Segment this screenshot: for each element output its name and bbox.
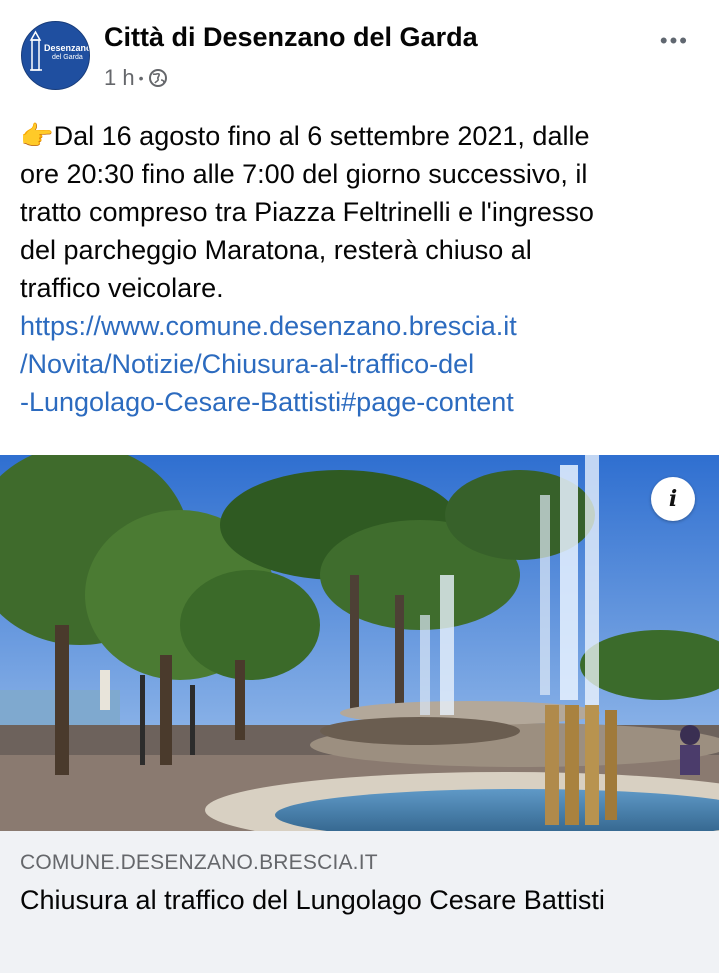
meta-separator: • — [138, 70, 144, 86]
pointing-hand-emoji-icon: 👉 — [20, 121, 54, 151]
post-text-line-4: del parcheggio Maratona, resterà chiuso … — [20, 235, 532, 265]
post-text-line-5: traffico veicolare. — [20, 273, 224, 303]
avatar-logo-text: Desenzano — [44, 43, 90, 53]
post-link-line-2[interactable]: /Novita/Notizie/Chiusura-al-traffico-del — [20, 345, 700, 383]
ellipsis-icon[interactable]: ••• — [660, 28, 689, 54]
post-text-line-2: ore 20:30 fino alle 7:00 del giorno succ… — [20, 159, 588, 189]
preview-domain: COMUNE.DESENZANO.BRESCIA.IT — [20, 851, 378, 874]
link-preview-card[interactable]: COMUNE.DESENZANO.BRESCIA.IT Chiusura al … — [0, 831, 719, 973]
post-link-line-1[interactable]: https://www.comune.desenzano.brescia.it — [20, 307, 700, 345]
link-preview-image[interactable] — [0, 455, 719, 831]
post-meta: 1 h • — [104, 65, 168, 91]
avatar-logo-subtext: del Garda — [52, 54, 83, 61]
post-text-line-3: tratto compreso tra Piazza Feltrinelli e… — [20, 197, 594, 227]
page-name-link[interactable]: Città di Desenzano del Garda — [104, 22, 478, 53]
post-body: 👉Dal 16 agosto fino al 6 settembre 2021,… — [20, 117, 700, 421]
post-text-line-1: 👉Dal 16 agosto fino al 6 settembre 2021,… — [20, 121, 590, 151]
post-time[interactable]: 1 h — [104, 65, 135, 91]
page-avatar[interactable]: Desenzano del Garda — [21, 21, 90, 90]
preview-headline[interactable]: Chiusura al traffico del Lungolago Cesar… — [20, 883, 700, 917]
lakefront-fountain-photo — [0, 455, 719, 831]
globe-icon[interactable] — [148, 68, 168, 88]
info-icon[interactable]: i — [651, 477, 695, 521]
post-link-line-3[interactable]: -Lungolago-Cesare-Battisti#page-content — [20, 383, 700, 421]
post-header: Desenzano del Garda Città di Desenzano d… — [0, 0, 719, 108]
